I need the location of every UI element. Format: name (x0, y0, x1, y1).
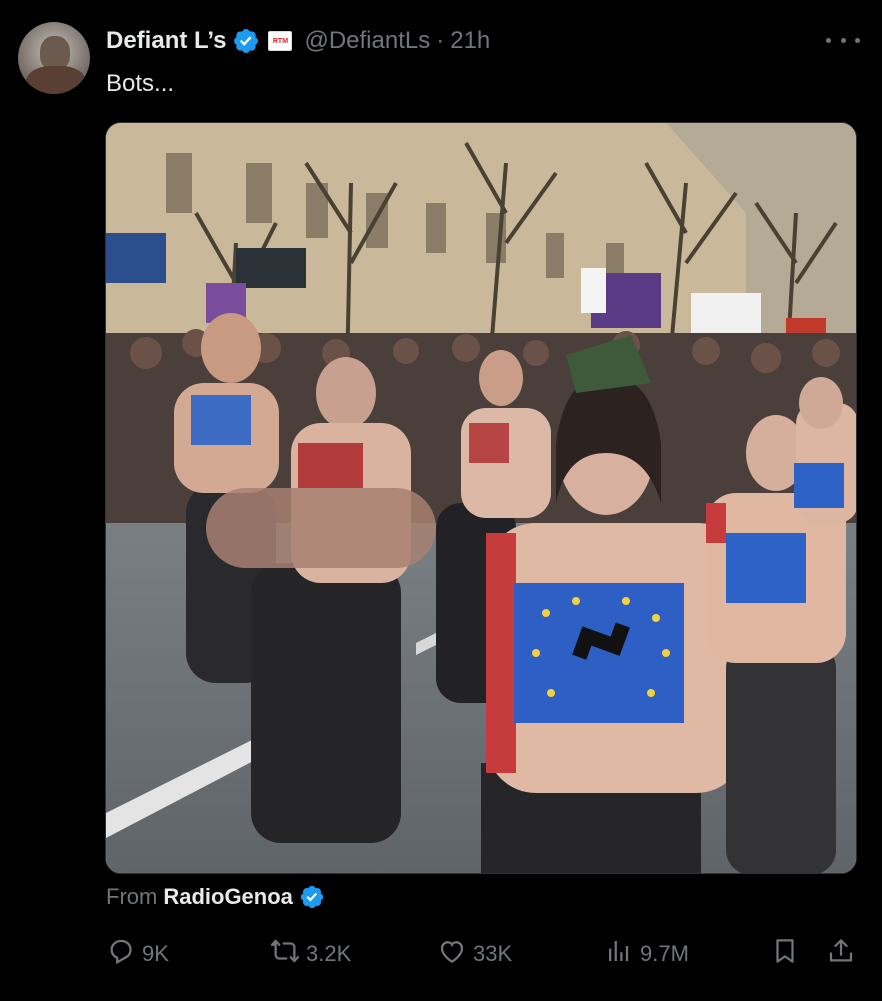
reply-button[interactable]: 9K (106, 934, 169, 974)
more-options-icon[interactable] (826, 30, 860, 50)
tweet-text: Bots... (106, 70, 175, 97)
like-button[interactable]: 33K (437, 934, 512, 974)
verified-badge-icon (299, 884, 325, 910)
repost-button[interactable]: 3.2K (270, 934, 351, 974)
tweet-media-image[interactable] (105, 122, 857, 874)
reply-icon (106, 936, 136, 972)
tweet[interactable]: Defiant L’s RTM @DefiantLs · 21h Bots... (0, 0, 882, 1001)
verified-badge-icon (232, 27, 260, 55)
timestamp[interactable]: 21h (450, 27, 490, 55)
affiliate-badge[interactable]: RTM (268, 31, 293, 51)
bookmark-icon (770, 936, 800, 972)
like-count: 33K (473, 941, 513, 966)
bookmark-button[interactable] (770, 934, 800, 974)
source-account-link[interactable]: RadioGenoa (163, 884, 293, 910)
user-handle[interactable]: @DefiantLs (304, 27, 430, 55)
source-prefix: From (106, 884, 158, 909)
heart-icon (437, 936, 467, 972)
share-icon (826, 936, 856, 972)
views-chart-icon (604, 936, 634, 972)
views-button[interactable]: 9.7M (604, 934, 689, 974)
media-source: From RadioGenoa (106, 882, 325, 912)
reply-count: 9K (142, 941, 169, 966)
repost-icon (270, 936, 300, 972)
tweet-actions: 9K 3.2K 33K 9.7M (0, 934, 882, 974)
views-count: 9.7M (640, 941, 689, 966)
share-button[interactable] (826, 934, 856, 974)
tweet-header: Defiant L’s RTM @DefiantLs · 21h (106, 24, 490, 58)
avatar[interactable] (18, 22, 90, 94)
display-name[interactable]: Defiant L’s (106, 27, 226, 55)
repost-count: 3.2K (306, 941, 352, 966)
separator-dot: · (436, 27, 445, 54)
